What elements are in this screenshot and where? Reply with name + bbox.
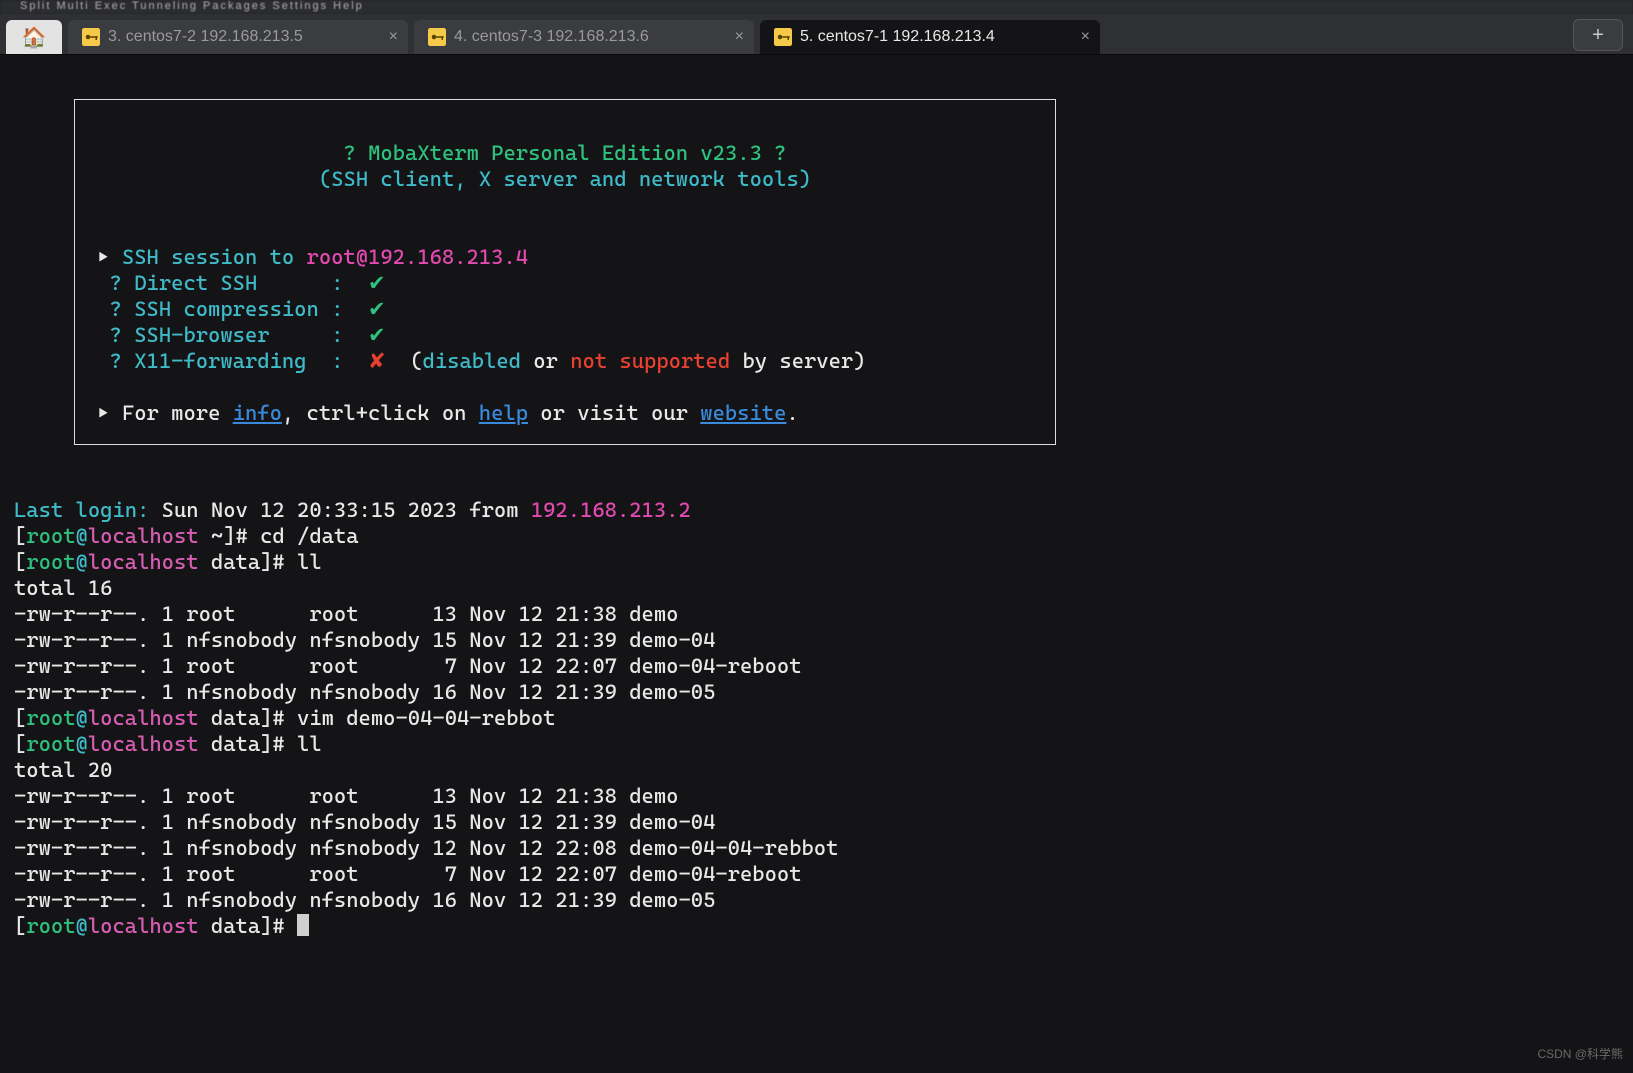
key-icon [82,28,100,46]
cmd-vim: vim demo-04-04-rebbot [297,706,555,730]
x11-disabled: disabled [423,349,521,373]
direct-ssh-label: ? Direct SSH : [85,271,368,295]
ll-total: total 20 [14,758,112,782]
cmd-ll: ll [297,732,322,756]
cross-icon: ✘ [368,349,386,373]
last-login-label: Last login: [14,498,149,522]
tab-label: 3. centos7-2 192.168.213.5 [108,28,303,46]
prompt-open: [ [14,706,26,730]
or-visit: or visit our [528,401,700,425]
last-login-ip: 192.168.213.2 [531,498,691,522]
tab-centos7-3[interactable]: 4. centos7-3 192.168.213.6 × [414,20,754,54]
check-icon: ✔ [368,323,386,347]
ll-row: -rw-r--r--. 1 nfsnobody nfsnobody 12 Nov… [14,836,838,860]
prompt-host: localhost [88,550,199,574]
new-tab-button[interactable]: + [1573,19,1623,51]
ll-row: -rw-r--r--. 1 root root 13 Nov 12 21:38 … [14,602,678,626]
last-login-time: Sun Nov 12 20:33:15 2023 from [149,498,530,522]
prompt-at: @ [76,706,88,730]
x11-or: or [521,349,570,373]
terminal[interactable]: ? MobaXterm Personal Edition v23.3 ? (SS… [0,55,1633,1073]
prompt-at: @ [76,732,88,756]
prompt-at: @ [76,550,88,574]
motd-banner: ? MobaXterm Personal Edition v23.3 ? (SS… [74,99,1056,445]
prompt-open: [ [14,732,26,756]
prompt-host: localhost [88,914,199,938]
cursor [297,914,309,936]
tab-bar: 🏠 3. centos7-2 192.168.213.5 × 4. centos… [0,14,1633,55]
prompt-user: root [26,524,75,548]
cmd-ll: ll [297,550,322,574]
prompt-host: localhost [88,732,199,756]
home-icon: 🏠 [22,25,47,50]
menubar: Split Multi Exec Tunneling Packages Sett… [0,0,1633,14]
prompt-user: root [26,914,75,938]
close-icon[interactable]: × [735,28,744,46]
ctrl-text: , ctrl+click on [282,401,479,425]
prompt-open: [ [14,524,26,548]
ssh-target: root@192.168.213.4 [307,245,528,269]
banner-title: ? MobaXterm Personal Edition v23.3 ? [344,141,787,165]
x11-not-supported: not supported [570,349,730,373]
prompt-dir: data]# [199,914,297,938]
arrow-icon: ▸ [97,245,109,269]
ll-row: -rw-r--r--. 1 nfsnobody nfsnobody 15 Nov… [14,810,715,834]
prompt-dir: data]# [199,732,297,756]
banner-subtitle: (SSH client, X server and network tools) [319,167,811,191]
info-link[interactable]: info [233,401,282,425]
prompt-at: @ [76,524,88,548]
prompt-open: [ [14,914,26,938]
tab-centos7-1[interactable]: 5. centos7-1 192.168.213.4 × [760,20,1100,54]
ll-row: -rw-r--r--. 1 nfsnobody nfsnobody 16 Nov… [14,680,715,704]
ll-row: -rw-r--r--. 1 nfsnobody nfsnobody 16 Nov… [14,888,715,912]
plus-icon: + [1592,24,1604,47]
website-link[interactable]: website [700,401,786,425]
x11-forwarding-label: ? X11-forwarding : [85,349,368,373]
prompt-user: root [26,706,75,730]
x11-tail: by server) [730,349,865,373]
ll-row: -rw-r--r--. 1 root root 7 Nov 12 22:07 d… [14,654,802,678]
key-icon [774,28,792,46]
tab-centos7-2[interactable]: 3. centos7-2 192.168.213.5 × [68,20,408,54]
prompt-open: [ [14,550,26,574]
close-icon[interactable]: × [1081,28,1090,46]
watermark: CSDN @科学熊 [1537,1041,1623,1067]
ll-row: -rw-r--r--. 1 root root 13 Nov 12 21:38 … [14,784,678,808]
key-icon [428,28,446,46]
close-icon[interactable]: × [389,28,398,46]
ll-total: total 16 [14,576,112,600]
arrow-icon: ▸ [97,401,109,425]
prompt-dir: ~]# [199,524,261,548]
tab-home[interactable]: 🏠 [6,20,62,54]
ssh-browser-label: ? SSH-browser : [85,323,368,347]
for-more: For more [122,401,233,425]
prompt-user: root [26,732,75,756]
ll-row: -rw-r--r--. 1 root root 7 Nov 12 22:07 d… [14,862,802,886]
prompt-dir: data]# [199,550,297,574]
ll-row: -rw-r--r--. 1 nfsnobody nfsnobody 15 Nov… [14,628,715,652]
ssh-compression-label: ? SSH compression : [85,297,368,321]
check-icon: ✔ [368,271,386,295]
dot: . [786,401,798,425]
prompt-at: @ [76,914,88,938]
help-link[interactable]: help [479,401,528,425]
prompt-host: localhost [88,524,199,548]
cmd-cd: cd /data [260,524,358,548]
tab-label: 4. centos7-3 192.168.213.6 [454,28,649,46]
prompt-host: localhost [88,706,199,730]
check-icon: ✔ [368,297,386,321]
tab-label: 5. centos7-1 192.168.213.4 [800,28,995,46]
prompt-dir: data]# [199,706,297,730]
prompt-user: root [26,550,75,574]
x11-open: ( [386,349,423,373]
ssh-session-label: SSH session to [122,245,307,269]
